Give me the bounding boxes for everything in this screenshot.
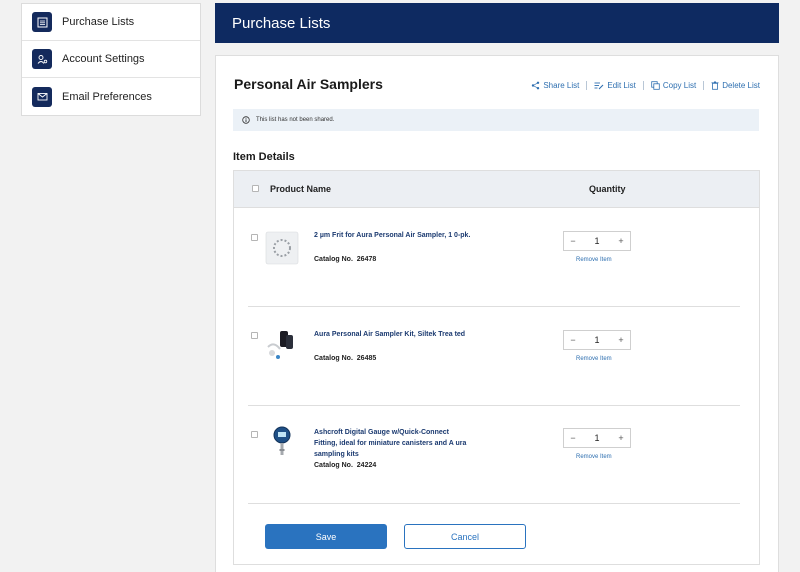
- table-row: Aura Personal Air Sampler Kit, Siltek Tr…: [234, 307, 761, 405]
- item-details-heading: Item Details: [233, 151, 295, 163]
- decrement-button[interactable]: −: [564, 335, 582, 345]
- envelope-icon: [32, 86, 52, 107]
- catalog-number: Catalog No. 24224: [314, 462, 376, 469]
- page-header: Purchase Lists: [215, 3, 779, 43]
- increment-button[interactable]: +: [612, 433, 630, 443]
- catalog-value: 24224: [356, 462, 377, 469]
- trash-icon: [711, 81, 719, 90]
- share-list-link[interactable]: Share List: [531, 81, 579, 90]
- page-title: Purchase Lists: [232, 14, 331, 32]
- edit-list-link[interactable]: Edit List: [594, 81, 636, 90]
- decrement-button[interactable]: −: [564, 433, 582, 443]
- quantity-input[interactable]: 1: [582, 433, 612, 443]
- share-list-label: Share List: [543, 81, 580, 90]
- edit-list-label: Edit List: [607, 81, 636, 90]
- catalog-number: Catalog No. 26478: [314, 256, 376, 263]
- share-status-notice: This list has not been shared.: [233, 109, 759, 131]
- items-table: Product Name Quantity 2 µm Frit for Aura…: [233, 170, 760, 565]
- action-divider: [703, 81, 705, 90]
- catalog-label: Catalog No.: [314, 355, 353, 362]
- row-divider: [248, 503, 740, 504]
- sidebar-item-label: Email Preferences: [62, 90, 152, 103]
- table-header: Product Name Quantity: [234, 171, 759, 208]
- copy-list-link[interactable]: Copy List: [651, 81, 696, 90]
- catalog-number: Catalog No. 26485: [314, 355, 376, 362]
- decrement-button[interactable]: −: [564, 236, 582, 246]
- product-image-sampler-kit: [267, 331, 293, 359]
- delete-list-label: Delete List: [722, 81, 760, 90]
- quantity-stepper: − 1 +: [563, 231, 631, 251]
- remove-item-link[interactable]: Remove Item: [576, 454, 612, 460]
- quantity-stepper: − 1 +: [563, 428, 631, 448]
- product-image-frit: [265, 231, 299, 265]
- increment-button[interactable]: +: [612, 335, 630, 345]
- info-icon: [242, 116, 250, 124]
- catalog-label: Catalog No.: [314, 256, 353, 263]
- product-name-link[interactable]: 2 µm Frit for Aura Personal Air Sampler,…: [314, 230, 474, 241]
- product-name-link[interactable]: Ashcroft Digital Gauge w/Quick-Connect F…: [314, 427, 474, 460]
- select-all-checkbox[interactable]: [252, 185, 259, 192]
- copy-icon: [651, 81, 660, 90]
- quantity-input[interactable]: 1: [582, 236, 612, 246]
- action-divider: [586, 81, 588, 90]
- user-settings-icon: [32, 49, 52, 69]
- sidebar-item-account-settings[interactable]: Account Settings: [22, 41, 200, 78]
- sidebar-item-email-preferences[interactable]: Email Preferences: [22, 78, 200, 115]
- catalog-value: 26485: [356, 355, 377, 362]
- row-checkbox[interactable]: [251, 332, 258, 339]
- save-button[interactable]: Save: [265, 524, 387, 549]
- sidebar-nav: Purchase Lists Account Settings Email Pr…: [21, 3, 201, 116]
- action-divider: [642, 81, 644, 90]
- table-row: 2 µm Frit for Aura Personal Air Sampler,…: [234, 208, 761, 306]
- column-header-product: Product Name: [270, 184, 332, 194]
- cancel-button[interactable]: Cancel: [404, 524, 526, 549]
- list-icon: [32, 12, 52, 32]
- notice-text: This list has not been shared.: [256, 117, 335, 123]
- copy-list-label: Copy List: [662, 81, 697, 90]
- sidebar-item-label: Purchase Lists: [62, 16, 135, 28]
- share-icon: [532, 81, 540, 90]
- remove-item-link[interactable]: Remove Item: [576, 356, 612, 362]
- delete-list-link[interactable]: Delete List: [711, 81, 760, 90]
- column-header-quantity: Quantity: [589, 184, 626, 194]
- catalog-value: 26478: [356, 256, 377, 263]
- edit-icon: [594, 82, 604, 90]
- list-title: Personal Air Samplers: [234, 76, 383, 92]
- quantity-stepper: − 1 +: [563, 330, 631, 350]
- increment-button[interactable]: +: [612, 236, 630, 246]
- product-name-link[interactable]: Aura Personal Air Sampler Kit, Siltek Tr…: [314, 329, 474, 340]
- product-image-digital-gauge: [273, 426, 291, 455]
- list-actions: Share List Edit List Copy List Delete Li…: [531, 81, 760, 90]
- sidebar-item-label: Account Settings: [62, 53, 145, 65]
- table-row: Ashcroft Digital Gauge w/Quick-Connect F…: [234, 406, 761, 504]
- catalog-label: Catalog No.: [314, 462, 353, 469]
- list-panel: Personal Air Samplers Share List Edit Li…: [215, 55, 779, 572]
- sidebar-item-purchase-lists[interactable]: Purchase Lists: [22, 4, 200, 41]
- row-checkbox[interactable]: [251, 234, 258, 241]
- row-checkbox[interactable]: [251, 431, 258, 438]
- remove-item-link[interactable]: Remove Item: [576, 257, 612, 263]
- quantity-input[interactable]: 1: [582, 335, 612, 345]
